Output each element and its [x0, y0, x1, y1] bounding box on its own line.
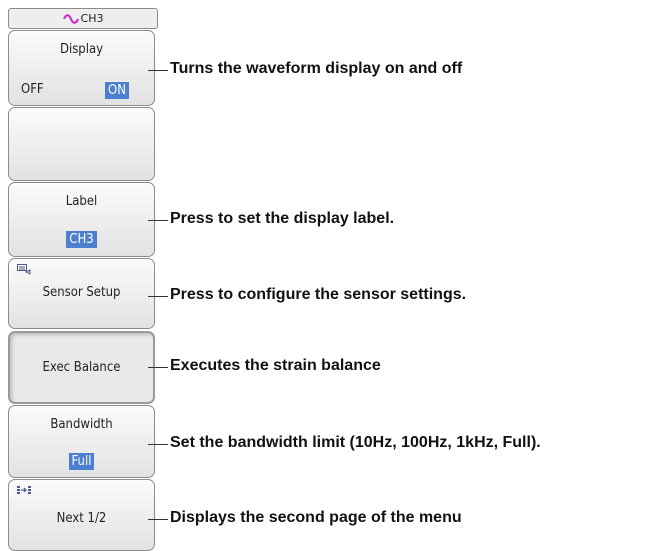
keyboard-icon — [17, 264, 31, 275]
bandwidth-title: Bandwidth — [50, 417, 113, 432]
exec-balance-title: Exec Balance — [42, 360, 121, 375]
next-page-button[interactable]: Next 1/2 — [8, 479, 155, 551]
page-arrow-icon — [17, 486, 31, 494]
display-callout: Turns the waveform display on and off — [170, 60, 463, 77]
bandwidth-value: Full — [68, 453, 95, 470]
display-on-option: ON — [105, 82, 129, 99]
label-value: CH3 — [66, 231, 97, 248]
label-callout: Press to set the display label. — [170, 210, 395, 227]
sensor-setup-leader-line — [148, 296, 168, 297]
exec-balance-leader-line — [148, 367, 168, 368]
sensor-setup-button[interactable]: Sensor Setup — [8, 258, 155, 329]
label-title: Label — [65, 194, 98, 209]
exec-balance-button[interactable]: Exec Balance — [8, 331, 155, 404]
bandwidth-callout: Set the bandwidth limit (10Hz, 100Hz, 1k… — [170, 434, 541, 451]
channel-name: CH3 — [80, 12, 104, 25]
next-leader-line — [148, 519, 168, 520]
waveform-icon — [62, 13, 79, 24]
soft-key-menu: CH3 Display OFF ON Label CH3 Sensor Setu… — [0, 0, 160, 551]
label-leader-line — [148, 220, 168, 221]
bandwidth-leader-line — [148, 444, 168, 445]
display-off-option: OFF — [21, 82, 44, 97]
exec-balance-callout: Executes the strain balance — [170, 357, 381, 374]
sensor-setup-title: Sensor Setup — [42, 285, 121, 300]
display-title: Display — [59, 42, 104, 57]
next-callout: Displays the second page of the menu — [170, 509, 462, 526]
label-value-row: CH3 — [9, 231, 154, 248]
bandwidth-value-row: Full — [9, 453, 154, 470]
display-button[interactable]: Display OFF ON — [8, 30, 155, 106]
bandwidth-button[interactable]: Bandwidth Full — [8, 405, 155, 478]
sensor-setup-callout: Press to configure the sensor settings. — [170, 286, 467, 303]
channel-header: CH3 — [8, 8, 158, 29]
next-title: Next 1/2 — [56, 511, 107, 526]
display-leader-line — [148, 70, 168, 71]
empty-button — [8, 107, 155, 181]
label-button[interactable]: Label CH3 — [8, 182, 155, 257]
